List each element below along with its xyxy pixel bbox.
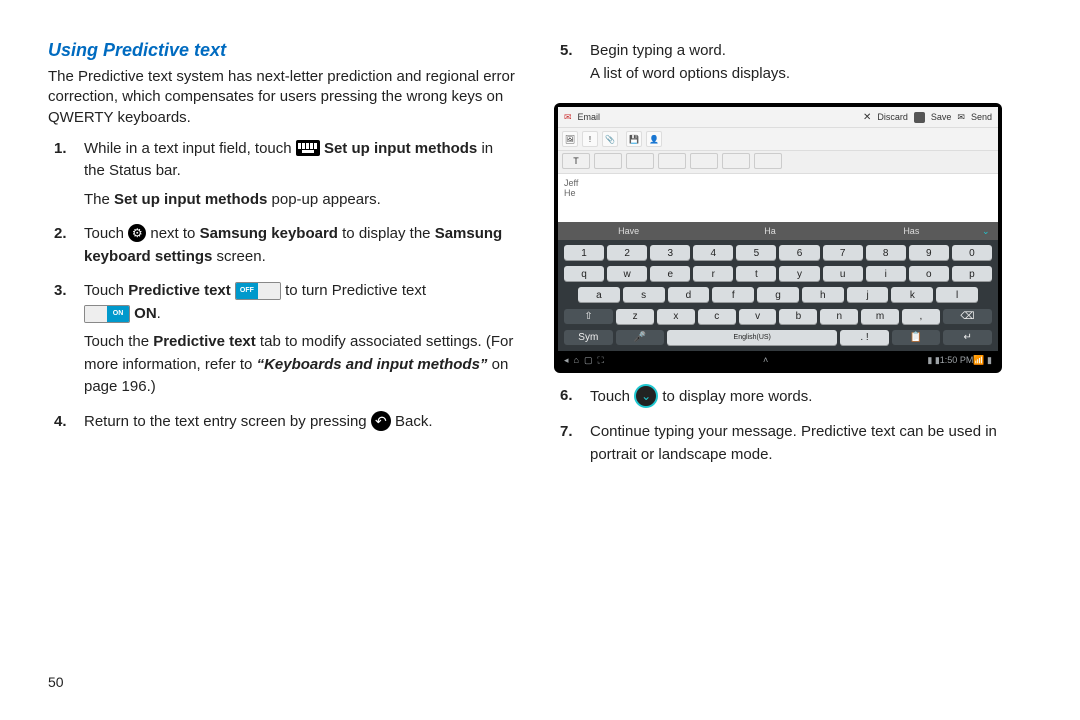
system-navbar: ◂ ⌂ ▢ ⛶ ˄ ▮ ▮ 1:50 PM 📶 ▮ — [558, 351, 998, 369]
space-key[interactable]: English(US) — [667, 330, 837, 346]
step-7-text: Continue typing your message. Predictive… — [590, 423, 997, 463]
step-3-sub-a: Touch the — [84, 333, 153, 350]
step-4-text-b: Back. — [395, 413, 433, 430]
key-row-4: Sym 🎤 English(US) . ! 📋 ↵ — [564, 330, 992, 346]
set-up-input-methods-label: Set up input methods — [324, 140, 477, 157]
step-3-text-a: Touch — [84, 282, 128, 299]
step-2-text-d: to display the — [338, 225, 435, 242]
step-5: Begin typing a word. A list of word opti… — [554, 40, 1032, 85]
typed-line-1: Jeff — [564, 178, 992, 188]
step-2-text-a: Touch — [84, 225, 128, 242]
step-1-text-a: While in a text input field, touch — [84, 140, 296, 157]
email-topbar: ✉ Email ✕Discard Save ✉Send — [558, 107, 998, 128]
attach-image-icon[interactable]: 🖼 — [562, 131, 578, 147]
nav-home-icon[interactable]: ⌂ — [574, 355, 579, 365]
attach-toolbar: 🖼 ! 📎 💾 👤 — [558, 128, 998, 151]
tablet-screenshot: ✉ Email ✕Discard Save ✉Send 🖼 ! 📎 💾 👤 T — [554, 103, 1002, 373]
disk-icon[interactable]: 💾 — [626, 131, 642, 147]
step-5-text-b: A list of word options displays. — [590, 65, 790, 82]
key-row-num: 1234567890 — [564, 245, 992, 261]
step-2: Touch next to Samsung keyboard to displa… — [48, 223, 518, 268]
status-icons: ▮ ▮ — [927, 355, 939, 366]
backspace-key[interactable]: ⌫ — [943, 309, 992, 325]
intro-paragraph: The Predictive text system has next-lett… — [48, 67, 518, 128]
step-5-text-a: Begin typing a word. — [590, 42, 726, 59]
priority-icon[interactable]: ! — [582, 131, 598, 147]
step-2-text-f: screen. — [212, 248, 265, 265]
step-4: Return to the text entry screen by press… — [48, 411, 518, 434]
step-3: Touch Predictive text OFF to turn Predic… — [48, 280, 518, 399]
step-6: Touch ⌄ to display more words. — [554, 385, 1032, 409]
send-button[interactable]: Send — [971, 112, 992, 122]
app-name: Email — [578, 112, 601, 122]
save-button[interactable]: Save — [931, 112, 952, 122]
step-3-text-c: to turn Predictive text — [285, 282, 426, 299]
keyboard-icon — [296, 140, 320, 156]
step-6-text-a: Touch — [590, 388, 634, 405]
samsung-keyboard-label: Samsung keyboard — [200, 225, 338, 242]
page-number: 50 — [48, 674, 518, 690]
shift-key[interactable]: ⇧ — [564, 309, 613, 325]
key-row-3: ⇧ zxcvbnm , ⌫ — [564, 309, 992, 325]
step-1-sub-a: The — [84, 191, 114, 208]
suggestion-2[interactable]: Ha — [699, 226, 840, 236]
nav-capture-icon[interactable]: ⛶ — [598, 355, 604, 366]
sym-key[interactable]: Sym — [564, 330, 613, 346]
predictive-text-tab-label: Predictive text — [153, 333, 256, 350]
suggestion-3[interactable]: Has — [841, 226, 982, 236]
contact-icon[interactable]: 👤 — [646, 131, 662, 147]
onscreen-keyboard: 1234567890 qwertyuiop asdfghjkl ⇧ zxcvbn… — [558, 240, 998, 351]
more-suggestions-icon[interactable]: ⌄ — [982, 226, 998, 237]
steps-list-right-2: Touch ⌄ to display more words. Continue … — [554, 385, 1032, 478]
format-toolbar: T — [558, 151, 998, 174]
mic-key[interactable]: 🎤 — [616, 330, 665, 346]
back-icon: ↶ — [371, 411, 391, 431]
nav-recent-icon[interactable]: ▢ — [584, 355, 593, 366]
typed-line-2: He — [564, 188, 992, 198]
save-icon — [914, 112, 925, 123]
step-6-text-b: to display more words. — [662, 388, 812, 405]
nav-up-icon[interactable]: ˄ — [763, 355, 768, 365]
key-row-1: qwertyuiop — [564, 266, 992, 282]
step-1: While in a text input field, touch Set u… — [48, 138, 518, 212]
compose-area[interactable]: Jeff He — [558, 174, 998, 222]
step-7: Continue typing your message. Predictive… — [554, 421, 1032, 466]
chevron-down-icon: ⌄ — [634, 384, 658, 408]
key-row-2: asdfghjkl — [564, 287, 992, 303]
suggestion-1[interactable]: Have — [558, 226, 699, 236]
section-heading: Using Predictive text — [48, 40, 518, 61]
step-1-sub-b: Set up input methods — [114, 191, 267, 208]
on-label: ON — [134, 305, 157, 322]
toggle-off-icon: OFF — [235, 282, 281, 300]
step-1-sub-c: pop-up appears. — [267, 191, 380, 208]
enter-key[interactable]: ↵ — [943, 330, 992, 346]
status-time: 1:50 PM — [940, 355, 974, 365]
suggestion-bar: Have Ha Has ⌄ — [558, 222, 998, 240]
attach-file-icon[interactable]: 📎 — [602, 131, 618, 147]
nav-back-icon[interactable]: ◂ — [564, 355, 569, 366]
step-4-text-a: Return to the text entry screen by press… — [84, 413, 371, 430]
predictive-text-label: Predictive text — [128, 282, 231, 299]
steps-list-right: Begin typing a word. A list of word opti… — [554, 40, 1032, 97]
clipboard-key[interactable]: 📋 — [892, 330, 941, 346]
keyboards-ref: “Keyboards and input methods” — [257, 356, 488, 373]
text-format-button[interactable]: T — [562, 153, 590, 169]
step-2-text-b: next to — [150, 225, 199, 242]
toggle-on-icon: ON — [84, 305, 130, 323]
steps-list-left: While in a text input field, touch Set u… — [48, 138, 518, 446]
discard-button[interactable]: Discard — [877, 112, 908, 122]
gear-icon — [128, 224, 146, 242]
